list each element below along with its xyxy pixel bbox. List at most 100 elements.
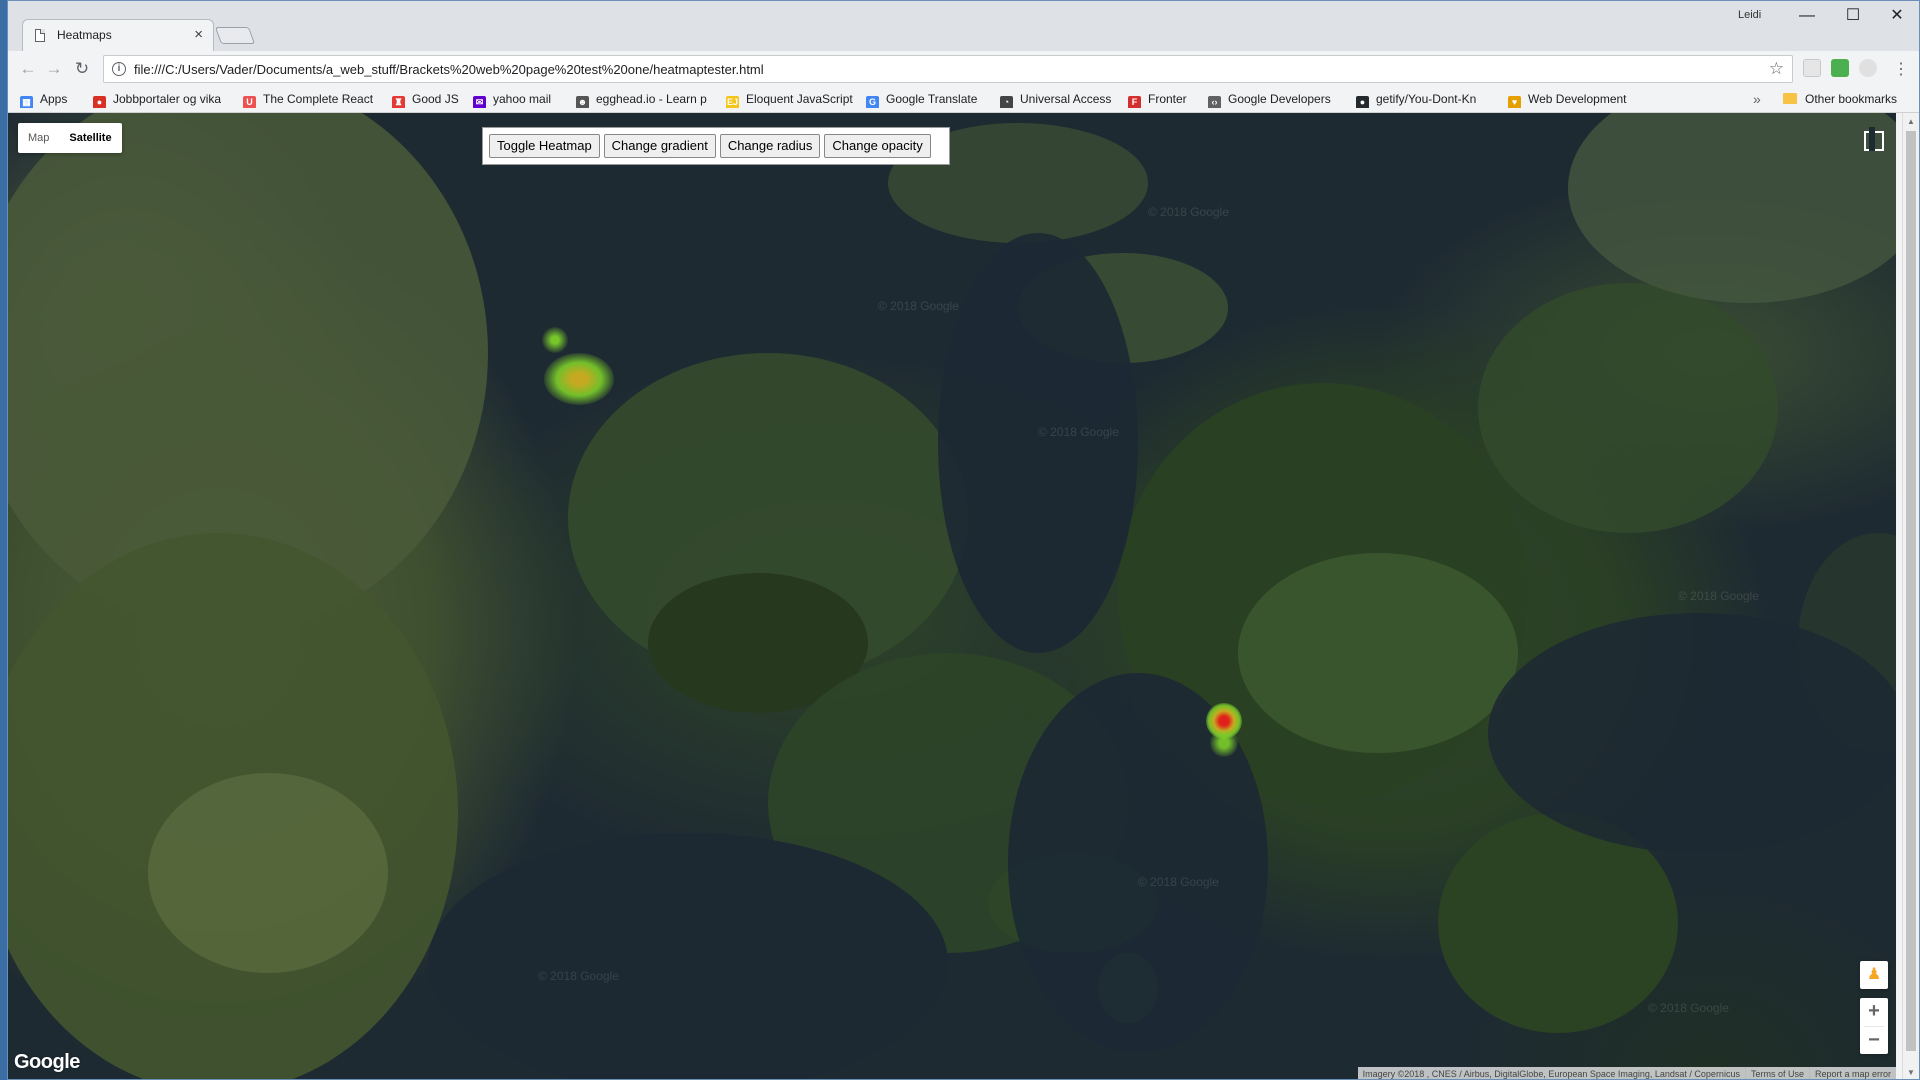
bookmark-item[interactable]: U The Complete React	[243, 92, 373, 108]
bookmark-label: Fronter	[1148, 92, 1187, 106]
map-watermark: © 2018 Google	[1038, 425, 1119, 439]
bookmark-label: Eloquent JavaScript	[746, 92, 853, 106]
page-scrollbar[interactable]: ▲ ▼	[1902, 113, 1919, 1079]
reload-button[interactable]: ↻	[70, 57, 94, 81]
map-watermark: © 2018 Google	[1148, 205, 1229, 219]
bookmark-item[interactable]: ♜ Good JS	[392, 92, 459, 108]
fullscreen-icon[interactable]	[1856, 123, 1888, 155]
bookmark-label: Universal Access	[1020, 92, 1112, 106]
bookmark-item[interactable]: ● Jobbportaler og vika	[93, 92, 221, 108]
back-button[interactable]: ←	[16, 57, 40, 81]
bookmark-label: egghead.io - Learn p	[596, 92, 707, 106]
info-icon[interactable]: i	[112, 62, 126, 76]
bookmark-label: Good JS	[412, 92, 459, 106]
toolbar: ← → ↻ i file:///C:/Users/Vader/Documents…	[8, 51, 1919, 87]
bookmark-item[interactable]: G Google Translate	[866, 92, 977, 108]
minimize-button[interactable]: —	[1784, 1, 1830, 31]
zoom-in-button[interactable]: +	[1860, 998, 1888, 1026]
bookmark-item[interactable]: ● getify/You-Dont-Kn	[1356, 92, 1476, 108]
figure-icon: ♜	[392, 96, 405, 108]
water-area	[428, 833, 948, 1079]
access-icon: ◔	[1000, 96, 1013, 108]
bookmark-item[interactable]: ◔ Universal Access	[1000, 92, 1111, 108]
menu-icon[interactable]: ⋮	[1893, 59, 1909, 79]
map-type-map-button[interactable]: Map	[18, 123, 59, 153]
bookmark-label: yahoo mail	[493, 92, 552, 106]
terrain-patch	[1478, 283, 1778, 533]
zoom-out-button[interactable]: −	[1860, 1027, 1888, 1055]
zoom-control: + −	[1860, 998, 1888, 1054]
mail-icon: ✉	[473, 96, 486, 108]
google-logo: Google	[14, 1051, 80, 1073]
tab-heatmaps[interactable]: Heatmaps ×	[22, 19, 214, 51]
other-bookmarks[interactable]: Other bookmarks	[1783, 92, 1897, 108]
bookmark-label: Apps	[40, 92, 68, 106]
scrollbar-thumb[interactable]	[1906, 131, 1916, 1051]
map-type-control: Map Satellite	[18, 123, 122, 153]
code-icon: ‹›	[1208, 96, 1221, 108]
bookmarks-bar: ▦ Apps ● Jobbportaler og vika U The Complete …	[8, 87, 1919, 113]
golf-patch	[1238, 553, 1518, 753]
profile-label[interactable]: Leidi	[1738, 9, 1761, 21]
translate-icon: G	[866, 96, 879, 108]
tab-title: Heatmaps	[57, 28, 112, 42]
water-area	[1488, 613, 1896, 853]
address-bar[interactable]: i file:///C:/Users/Vader/Documents/a_web…	[103, 55, 1793, 83]
desktop-edge	[0, 0, 7, 1080]
github-icon: ●	[1356, 96, 1369, 108]
browser-window: Heatmaps × Leidi — ☐ ✕ ← → ↻ i file:///C…	[7, 0, 1920, 1080]
map-watermark: © 2018 Google	[1648, 1001, 1729, 1015]
map-type-satellite-button[interactable]: Satellite	[59, 123, 121, 153]
bookmark-label: Jobbportaler og vika	[113, 92, 222, 106]
bookmark-label: getify/You-Dont-Kn	[1376, 92, 1477, 106]
heatmap-controls-panel: Toggle Heatmap Change gradient Change ra…	[482, 127, 950, 165]
new-tab-button[interactable]	[214, 27, 256, 44]
maximize-button[interactable]: ☐	[1830, 1, 1876, 31]
forward-button[interactable]: →	[42, 57, 66, 81]
report-error-link[interactable]: Report a map error	[1808, 1067, 1896, 1079]
bookmark-item[interactable]: ‹› Google Developers	[1208, 92, 1331, 108]
close-window-button[interactable]: ✕	[1874, 1, 1919, 31]
bookmark-item[interactable]: F Fronter	[1128, 92, 1187, 108]
apps-grid-icon: ▦	[20, 96, 33, 108]
scroll-up-icon[interactable]: ▲	[1907, 117, 1915, 126]
ejs-icon: EJ	[726, 96, 739, 108]
bookmark-star-icon[interactable]: ☆	[1769, 59, 1784, 79]
change-opacity-button[interactable]: Change opacity	[824, 134, 931, 158]
bookmark-item[interactable]: ♥ Web Development	[1508, 92, 1627, 108]
bookmark-item[interactable]: ▦ Apps	[20, 92, 67, 108]
url-text[interactable]: file:///C:/Users/Vader/Documents/a_web_s…	[134, 62, 764, 77]
extension-green-icon[interactable]	[1831, 59, 1849, 77]
bookmarks-overflow-button[interactable]: »	[1753, 91, 1761, 107]
terrain-patch	[148, 773, 388, 973]
change-gradient-button[interactable]: Change gradient	[603, 134, 716, 158]
bookmark-item[interactable]: EJ Eloquent JavaScript	[726, 92, 853, 108]
imagery-credit: Imagery ©2018 , CNES / Airbus, DigitalGl…	[1362, 1069, 1740, 1079]
toggle-heatmap-button[interactable]: Toggle Heatmap	[489, 134, 600, 158]
extension-grey-icon[interactable]	[1859, 59, 1877, 77]
other-bookmarks-label: Other bookmarks	[1805, 92, 1898, 106]
map-watermark: © 2018 Google	[1138, 875, 1219, 889]
map-attribution: Imagery ©2018 , CNES / Airbus, DigitalGl…	[1357, 1067, 1896, 1079]
heatmap-point	[542, 327, 568, 353]
terms-link[interactable]: Terms of Use	[1744, 1067, 1809, 1079]
tab-close-icon[interactable]: ×	[194, 26, 203, 43]
page-icon	[35, 29, 45, 42]
stop-icon: ●	[93, 96, 106, 108]
street-view-pegman-icon[interactable]: ♟	[1860, 961, 1888, 989]
bookmark-item[interactable]: ✉ yahoo mail	[473, 92, 551, 108]
extension-icon[interactable]	[1803, 59, 1821, 77]
terrain-patch	[1568, 113, 1896, 303]
bookmark-item[interactable]: ☻ egghead.io - Learn p	[576, 92, 707, 108]
map-watermark: © 2018 Google	[878, 299, 959, 313]
tab-strip: Heatmaps × Leidi — ☐ ✕	[8, 1, 1919, 51]
map-watermark: © 2018 Google	[538, 969, 619, 983]
map-canvas[interactable]: © 2018 Google © 2018 Google © 2018 Googl…	[8, 113, 1896, 1079]
map-watermark: © 2018 Google	[1678, 589, 1759, 603]
egghead-icon: ☻	[576, 96, 589, 108]
bookmark-icon: ♥	[1508, 96, 1521, 108]
change-radius-button[interactable]: Change radius	[719, 134, 821, 158]
scroll-down-icon[interactable]: ▼	[1907, 1068, 1915, 1077]
bookmark-label: Google Developers	[1228, 92, 1331, 106]
heatmap-point	[544, 353, 614, 405]
